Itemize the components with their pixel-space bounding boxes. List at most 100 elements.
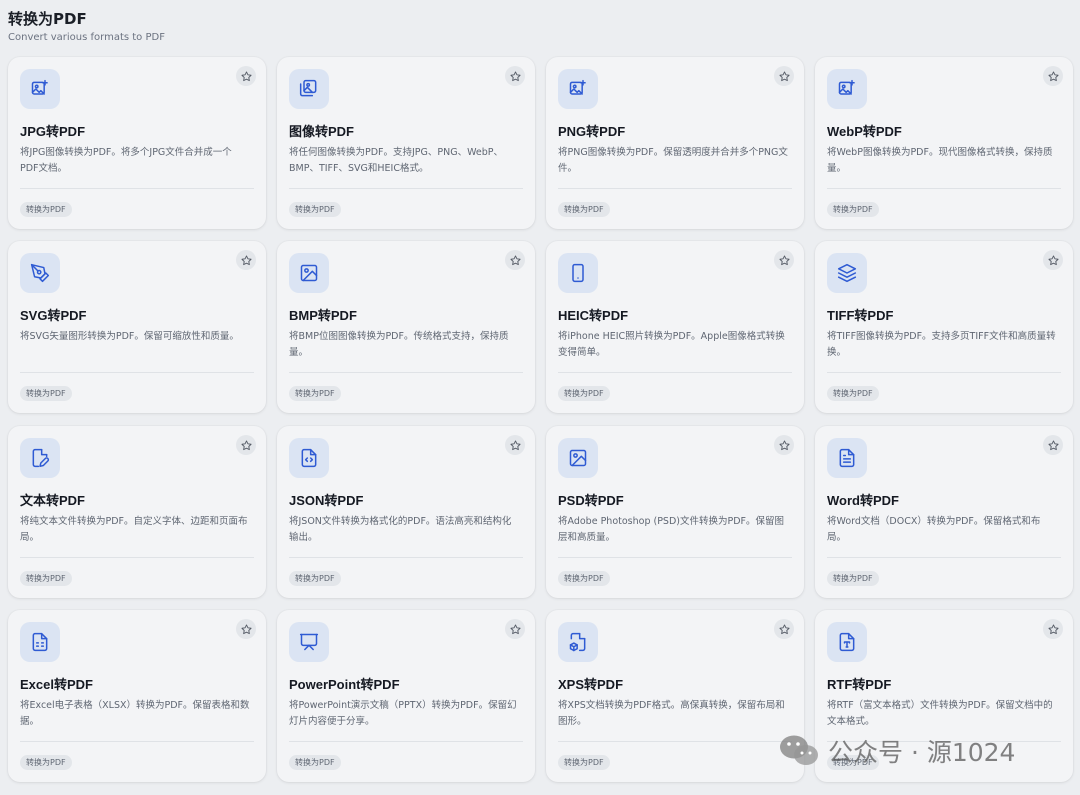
tool-card[interactable]: Excel转PDF 将Excel电子表格（XLSX）转换为PDF。保留表格和数据。…	[8, 610, 266, 782]
file-box-icon	[558, 622, 598, 662]
card-description: 将PowerPoint演示文稿（PPTX）转换为PDF。保留幻灯片内容便于分享。	[289, 700, 517, 727]
card-description: 将WebP图像转换为PDF。现代图像格式转换，保持质量。	[827, 147, 1053, 174]
favorite-star-button[interactable]	[774, 435, 794, 455]
card-title: PNG转PDF	[558, 124, 626, 139]
card-title: SVG转PDF	[20, 308, 87, 323]
favorite-star-button[interactable]	[1043, 619, 1063, 639]
tool-card[interactable]: WebP转PDF 将WebP图像转换为PDF。现代图像格式转换，保持质量。转换为P…	[815, 57, 1073, 229]
tool-card[interactable]: PSD转PDF 将Adobe Photoshop (PSD)文件转换为PDF。保留…	[546, 426, 804, 598]
image-plus-icon	[558, 69, 598, 109]
card-divider	[827, 372, 1061, 373]
star-icon	[240, 254, 252, 265]
tool-card[interactable]: PowerPoint转PDF 将PowerPoint演示文稿（PPTX）转换为PD…	[277, 610, 535, 782]
favorite-star-button[interactable]	[1043, 250, 1063, 270]
tool-card[interactable]: 图像转PDF 将任何图像转换为PDF。支持JPG、PNG、WebP、BMP、TIF…	[277, 57, 535, 229]
favorite-star-button[interactable]	[505, 435, 525, 455]
category-tag: 转换为PDF	[20, 755, 72, 770]
tool-card[interactable]: HEIC转PDF 将iPhone HEIC照片转换为PDF。Apple图像格式转换…	[546, 241, 804, 413]
tool-card-grid: JPG转PDF 将JPG图像转换为PDF。将多个JPG文件合并成一个PDF文档。转…	[0, 0, 1080, 795]
tool-card[interactable]: JPG转PDF 将JPG图像转换为PDF。将多个JPG文件合并成一个PDF文档。转…	[8, 57, 266, 229]
favorite-star-button[interactable]	[236, 250, 256, 270]
tool-card[interactable]: BMP转PDF 将BMP位图图像转换为PDF。传统格式支持，保持质量。转换为PDF	[277, 241, 535, 413]
category-tag: 转换为PDF	[827, 571, 879, 586]
card-divider	[289, 557, 523, 558]
star-icon	[240, 623, 252, 634]
favorite-star-button[interactable]	[1043, 435, 1063, 455]
favorite-star-button[interactable]	[505, 250, 525, 270]
favorite-star-button[interactable]	[236, 619, 256, 639]
favorite-star-button[interactable]	[505, 66, 525, 86]
card-title: WebP转PDF	[827, 124, 902, 139]
card-divider	[20, 188, 254, 189]
card-divider	[558, 741, 792, 742]
tool-card[interactable]: Word转PDF 将Word文档（DOCX）转换为PDF。保留格式和布局。 转换为P…	[815, 426, 1073, 598]
file-code-icon	[289, 438, 329, 478]
favorite-star-button[interactable]	[774, 250, 794, 270]
card-title: JPG转PDF	[20, 124, 86, 139]
star-icon	[509, 623, 521, 634]
card-title: JSON转PDF	[289, 493, 364, 508]
card-title: XPS转PDF	[558, 677, 624, 692]
card-title: TIFF转PDF	[827, 308, 894, 323]
category-tag: 转换为PDF	[289, 202, 341, 217]
image-icon	[289, 253, 329, 293]
star-icon	[509, 70, 521, 81]
card-description: 将JSON文件转换为格式化的PDF。语法高亮和结构化输出。	[289, 516, 512, 543]
category-tag: 转换为PDF	[20, 202, 72, 217]
images-icon	[289, 69, 329, 109]
star-icon	[240, 70, 252, 81]
file-type-icon	[827, 622, 867, 662]
category-tag: 转换为PDF	[558, 755, 610, 770]
favorite-star-button[interactable]	[505, 619, 525, 639]
tool-card[interactable]: 文本转PDF 将纯文本文件转换为PDF。自定义字体、边距和页面布局。 转换为PDF	[8, 426, 266, 598]
watermark: 公众号 · 源1024	[778, 733, 1015, 769]
category-tag: 转换为PDF	[20, 386, 72, 401]
category-tag: 转换为PDF	[558, 202, 610, 217]
smartphone-icon	[558, 253, 598, 293]
card-divider	[558, 557, 792, 558]
card-description: 将TIFF图像转换为PDF。支持多页TIFF文件和高质量转换。	[827, 331, 1056, 358]
card-divider	[827, 557, 1061, 558]
favorite-star-button[interactable]	[1043, 66, 1063, 86]
favorite-star-button[interactable]	[774, 66, 794, 86]
card-description: 将Excel电子表格（XLSX）转换为PDF。保留表格和数据。	[20, 700, 250, 727]
card-title: Excel转PDF	[20, 677, 93, 692]
star-icon	[1047, 623, 1059, 634]
category-tag: 转换为PDF	[827, 386, 879, 401]
card-divider	[289, 741, 523, 742]
card-title: HEIC转PDF	[558, 308, 629, 323]
tool-card[interactable]: JSON转PDF 将JSON文件转换为格式化的PDF。语法高亮和结构化输出。 转换为…	[277, 426, 535, 598]
tool-card[interactable]: PNG转PDF 将PNG图像转换为PDF。保留透明度并合并多个PNG文件。 转换为P…	[546, 57, 804, 229]
card-title: PSD转PDF	[558, 493, 624, 508]
star-icon	[1047, 70, 1059, 81]
favorite-star-button[interactable]	[236, 435, 256, 455]
star-icon	[778, 439, 790, 450]
category-tag: 转换为PDF	[289, 386, 341, 401]
card-divider	[20, 372, 254, 373]
card-description: 将Word文档（DOCX）转换为PDF。保留格式和布局。	[827, 516, 1041, 543]
card-title: BMP转PDF	[289, 308, 357, 323]
file-spreadsheet-icon	[20, 622, 60, 662]
card-description: 将XPS文档转换为PDF格式。高保真转换，保留布局和图形。	[558, 700, 785, 727]
favorite-star-button[interactable]	[236, 66, 256, 86]
category-tag: 转换为PDF	[827, 202, 879, 217]
card-divider	[827, 188, 1061, 189]
favorite-star-button[interactable]	[774, 619, 794, 639]
tool-card[interactable]: XPS转PDF 将XPS文档转换为PDF格式。高保真转换，保留布局和图形。转换为P…	[546, 610, 804, 782]
star-icon	[509, 439, 521, 450]
tool-card[interactable]: TIFF转PDF 将TIFF图像转换为PDF。支持多页TIFF文件和高质量转换。转…	[815, 241, 1073, 413]
card-title: RTF转PDF	[827, 677, 892, 692]
tool-card[interactable]: SVG转PDF 将SVG矢量图形转换为PDF。保留可缩放性和质量。 转换为PDF	[8, 241, 266, 413]
card-description: 将iPhone HEIC照片转换为PDF。Apple图像格式转换变得简单。	[558, 331, 785, 358]
card-divider	[558, 372, 792, 373]
star-icon	[778, 254, 790, 265]
image-icon	[558, 438, 598, 478]
card-divider	[20, 741, 254, 742]
category-tag: 转换为PDF	[558, 571, 610, 586]
image-plus-icon	[827, 69, 867, 109]
card-description: 将纯文本文件转换为PDF。自定义字体、边距和页面布局。	[20, 516, 248, 543]
card-divider	[20, 557, 254, 558]
card-description: 将BMP位图图像转换为PDF。传统格式支持，保持质量。	[289, 331, 509, 358]
star-icon	[778, 623, 790, 634]
star-icon	[509, 254, 521, 265]
